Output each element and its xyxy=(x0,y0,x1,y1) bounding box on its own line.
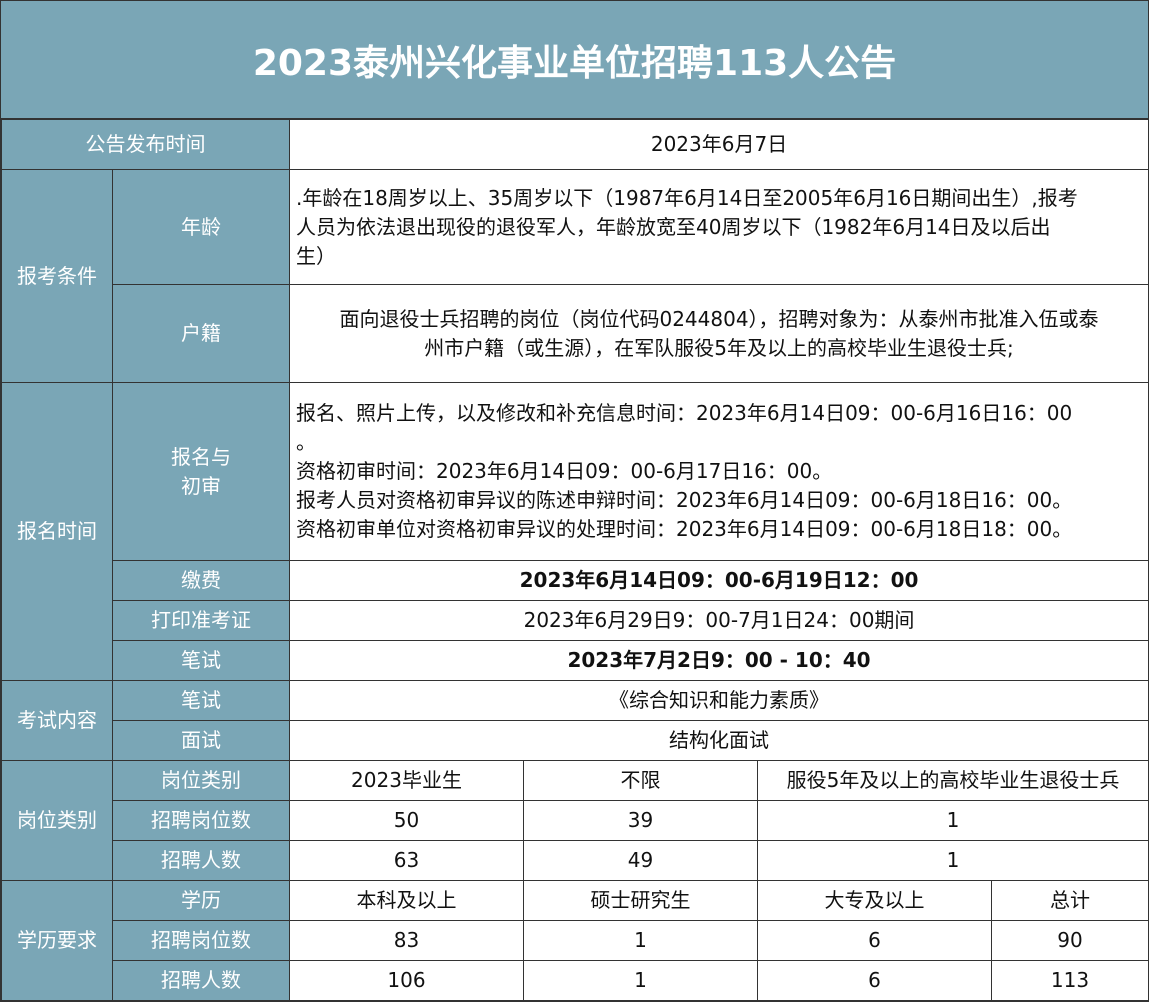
positions-category-row: 岗位类别 岗位类别 2023毕业生 不限 服役5年及以上的高校毕业生退役士兵 xyxy=(1,760,1149,881)
print-value: 2023年6月29日9：00-7月1日24：00期间 xyxy=(288,600,1149,641)
education-cell: 硕士研究生 xyxy=(523,880,758,921)
education-cell: 大专及以上 xyxy=(757,880,992,921)
positions-people-row: 招聘人数 63 49 1 xyxy=(2,840,1149,881)
positions-cell: 1 xyxy=(756,800,1149,841)
positions-cell: 50 xyxy=(289,800,524,841)
positions-cell: 不限 xyxy=(523,760,758,801)
positions-cell: 1 xyxy=(756,840,1149,881)
payment-value: 2023年6月14日09：00-6月19日12：00 xyxy=(288,560,1149,601)
education-people-row: 招聘人数 106 1 6 113 xyxy=(2,960,1149,1001)
registration-label-line: 初审 xyxy=(181,473,221,498)
registration-line: 资格初审单位对资格初审异议的处理时间：2023年6月14日09：00-6月18日… xyxy=(296,517,1073,541)
education-cell: 6 xyxy=(757,960,992,1001)
positions-row-label: 招聘人数 xyxy=(112,840,290,881)
registration-line: 。 xyxy=(296,430,316,454)
education-row-label: 招聘岗位数 xyxy=(112,920,290,961)
education-cell: 1 xyxy=(523,920,758,961)
positions-cell: 39 xyxy=(523,800,758,841)
positions-cell: 2023毕业生 xyxy=(289,760,524,801)
age-label: 年龄 xyxy=(112,169,290,285)
education-cell: 1 xyxy=(523,960,758,1001)
publish-row: 公告发布时间 2023年6月7日 xyxy=(1,119,1149,170)
exam-written-value: 《综合知识和能力素质》 xyxy=(288,680,1149,721)
registration-line: 报名、照片上传，以及修改和补充信息时间：2023年6月14日09：00-6月16… xyxy=(296,401,1073,425)
education-cell: 总计 xyxy=(990,880,1149,921)
payment-row: 缴费 2023年6月14日09：00-6月19日12：00 xyxy=(2,560,1149,601)
education-label: 学历要求 xyxy=(1,880,113,1001)
education-degree-row: 学历要求 学历 本科及以上 硕士研究生 大专及以上 总计 xyxy=(1,880,1149,1001)
conditions-label: 报考条件 xyxy=(1,169,113,383)
page-title: 2023泰州兴化事业单位招聘113人公告 xyxy=(252,42,897,84)
written-exam-label: 笔试 xyxy=(112,640,290,681)
positions-row-label: 岗位类别 xyxy=(112,760,290,801)
written-exam-row: 笔试 2023年7月2日9：00 - 10：40 xyxy=(2,640,1149,681)
age-row: 报考条件 年龄 .年龄在18周岁以上、35周岁以下（1987年6月14日至200… xyxy=(1,169,1149,383)
education-cell: 6 xyxy=(757,920,992,961)
title-banner: 2023泰州兴化事业单位招聘113人公告 xyxy=(1,1,1148,119)
schedule-label: 报名时间 xyxy=(1,382,113,681)
registration-text: 报名、照片上传，以及修改和补充信息时间：2023年6月14日09：00-6月16… xyxy=(288,382,1149,561)
registration-line: 资格初审时间：2023年6月14日09：00-6月17日16：00。 xyxy=(296,459,833,483)
registration-line: 报考人员对资格初审异议的陈述申辩时间：2023年6月14日09：00-6月18日… xyxy=(296,488,1073,512)
exam-interview-value: 结构化面试 xyxy=(288,720,1149,761)
education-row-label: 招聘人数 xyxy=(112,960,290,1001)
household-text: 面向退役士兵招聘的岗位（岗位代码0244804），招聘对象为：从泰州市批准入伍或… xyxy=(288,284,1149,383)
exam-written-label: 笔试 xyxy=(112,680,290,721)
positions-count-row: 招聘岗位数 50 39 1 xyxy=(2,800,1149,841)
print-row: 打印准考证 2023年6月29日9：00-7月1日24：00期间 xyxy=(2,600,1149,641)
age-line: 生） xyxy=(296,243,336,268)
education-cell: 83 xyxy=(289,920,524,961)
announcement-table: 公告发布时间 2023年6月7日 报考条件 年龄 .年龄在18周岁以上、35周岁… xyxy=(1,119,1149,1001)
positions-row-label: 招聘岗位数 xyxy=(112,800,290,841)
exam-interview-label: 面试 xyxy=(112,720,290,761)
household-row: 户籍 面向退役士兵招聘的岗位（岗位代码0244804），招聘对象为：从泰州市批准… xyxy=(2,284,1149,383)
age-text: .年龄在18周岁以上、35周岁以下（1987年6月14日至2005年6月16日期… xyxy=(288,169,1149,285)
publish-label: 公告发布时间 xyxy=(1,119,290,170)
age-line: .年龄在18周岁以上、35周岁以下（1987年6月14日至2005年6月16日期… xyxy=(296,185,1078,210)
announcement-sheet: 2023泰州兴化事业单位招聘113人公告 公告发布时间 2023年6月7日 报考… xyxy=(0,0,1149,1002)
exam-written-row: 考试内容 笔试 《综合知识和能力素质》 xyxy=(1,680,1149,761)
education-row-label: 学历 xyxy=(112,880,290,921)
payment-label: 缴费 xyxy=(112,560,290,601)
registration-label-line: 报名与 xyxy=(171,444,231,469)
education-cell: 113 xyxy=(990,960,1149,1001)
education-cell: 90 xyxy=(990,920,1149,961)
positions-label: 岗位类别 xyxy=(1,760,113,881)
positions-cell: 服役5年及以上的高校毕业生退役士兵 xyxy=(756,760,1149,801)
education-cell: 本科及以上 xyxy=(289,880,524,921)
registration-row: 报名时间 报名与 初审 报名、照片上传，以及修改和补充信息时间：2023年6月1… xyxy=(1,382,1149,681)
positions-cell: 63 xyxy=(289,840,524,881)
age-line: 人员为依法退出现役的退役军人，年龄放宽至40周岁以下（1982年6月14日及以后… xyxy=(296,214,1051,239)
household-label: 户籍 xyxy=(112,284,290,383)
household-line: 州市户籍（或生源），在军队服役5年及以上的高校毕业生退役士兵; xyxy=(424,335,1014,360)
education-cell: 106 xyxy=(289,960,524,1001)
exam-interview-row: 面试 结构化面试 xyxy=(2,720,1149,761)
registration-label: 报名与 初审 xyxy=(112,382,290,561)
print-label: 打印准考证 xyxy=(112,600,290,641)
household-line: 面向退役士兵招聘的岗位（岗位代码0244804），招聘对象为：从泰州市批准入伍或… xyxy=(339,306,1099,331)
written-exam-value: 2023年7月2日9：00 - 10：40 xyxy=(288,640,1149,681)
publish-value: 2023年6月7日 xyxy=(288,119,1149,170)
positions-cell: 49 xyxy=(523,840,758,881)
exam-label: 考试内容 xyxy=(1,680,113,761)
education-count-row: 招聘岗位数 83 1 6 90 xyxy=(2,920,1149,961)
